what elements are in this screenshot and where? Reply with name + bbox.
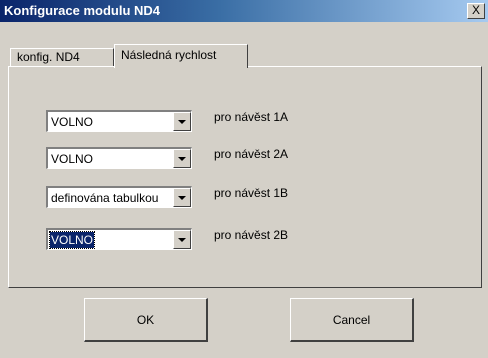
signal-label-2b: pro návěst 2B — [214, 228, 289, 242]
tab-nasledna-rychlost[interactable]: Následná rychlost — [114, 44, 248, 68]
cancel-button[interactable]: Cancel — [290, 298, 414, 342]
speed-combo-1a[interactable]: VOLNO — [46, 110, 192, 132]
speed-combo-1b[interactable]: definována tabulkou — [46, 186, 192, 208]
signal-label-1a: pro návěst 1A — [214, 110, 289, 124]
chevron-down-icon[interactable] — [173, 149, 191, 168]
window-title: Konfigurace modulu ND4 — [4, 3, 161, 18]
signal-label-2a: pro návěst 2A — [214, 147, 289, 161]
ok-button[interactable]: OK — [84, 298, 208, 342]
tab-label: konfig. ND4 — [17, 50, 80, 64]
close-button[interactable]: X — [467, 3, 485, 19]
combo-value: VOLNO — [51, 115, 94, 129]
speed-combo-2a[interactable]: VOLNO — [46, 147, 192, 169]
chevron-down-icon[interactable] — [173, 188, 191, 207]
tab-label: Následná rychlost — [121, 48, 217, 62]
title-bar[interactable]: Konfigurace modulu ND4 X — [0, 0, 488, 22]
chevron-down-icon[interactable] — [173, 230, 191, 249]
tab-konfig-nd4[interactable]: konfig. ND4 — [10, 48, 114, 66]
signal-label-1b: pro návěst 1B — [214, 186, 289, 200]
tab-panel — [8, 66, 482, 288]
combo-value: definována tabulkou — [51, 191, 159, 205]
dialog-window: Konfigurace modulu ND4 X konfig. ND4 Nás… — [0, 0, 488, 358]
chevron-down-icon[interactable] — [173, 112, 191, 131]
combo-value: VOLNO — [51, 152, 94, 166]
speed-combo-2b[interactable]: VOLNO — [46, 228, 192, 250]
combo-value: VOLNO — [48, 231, 96, 249]
